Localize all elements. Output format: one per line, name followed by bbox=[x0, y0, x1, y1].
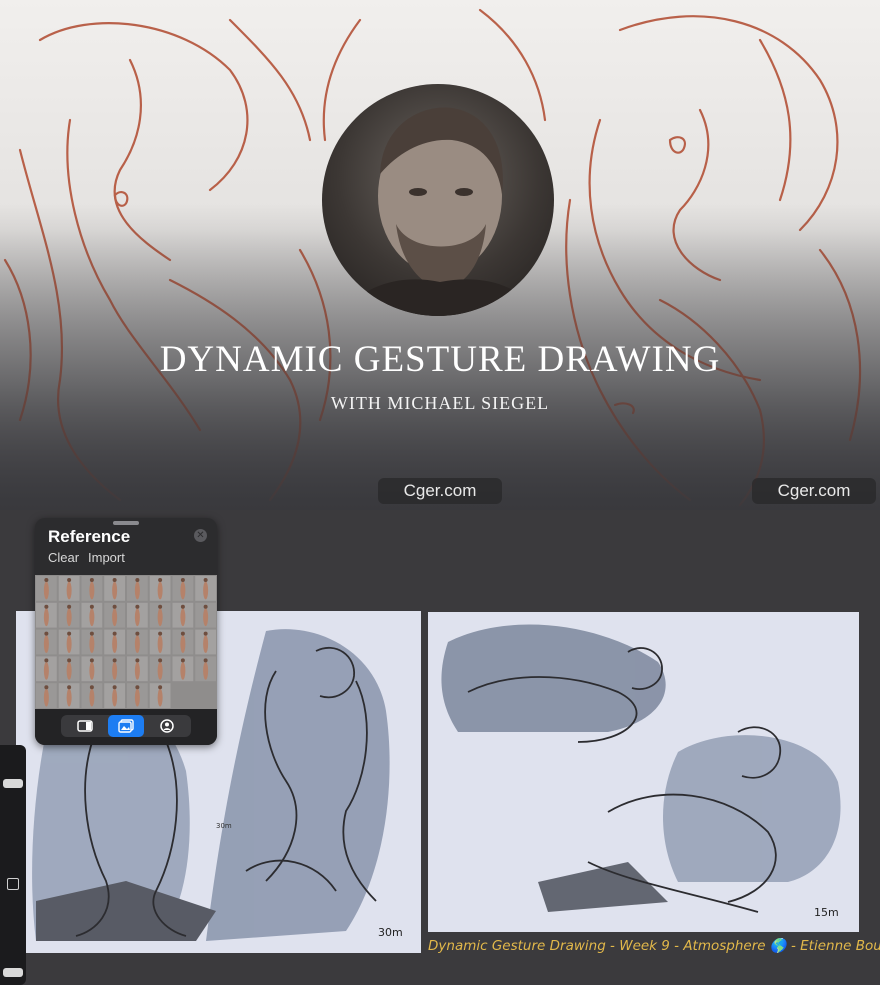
reference-thumbnail bbox=[58, 629, 80, 655]
reference-thumbnail bbox=[36, 576, 57, 601]
watermark: Cger.com bbox=[752, 478, 876, 504]
instructor-subtitle: WITH MICHAEL SIEGEL bbox=[330, 393, 550, 413]
course-title: DYNAMIC GESTURE DRAWING bbox=[159, 339, 721, 380]
artwork-time-label: 30m bbox=[378, 926, 403, 939]
reference-thumbnail bbox=[36, 629, 57, 655]
face-tab[interactable] bbox=[149, 715, 185, 737]
reference-thumbnail bbox=[195, 656, 216, 682]
reference-mode-control bbox=[61, 715, 191, 737]
close-icon[interactable]: ✕ bbox=[194, 529, 207, 542]
reference-thumbnail bbox=[149, 683, 171, 708]
side-toolbar bbox=[0, 745, 26, 985]
artwork-right: 15m bbox=[428, 612, 859, 932]
reference-thumbnail bbox=[127, 576, 148, 601]
instructor-portrait bbox=[322, 84, 554, 316]
reference-thumbnail bbox=[58, 683, 80, 708]
reference-thumbnail bbox=[104, 656, 125, 682]
reference-thumbnail bbox=[195, 576, 216, 601]
reference-thumbnail bbox=[81, 576, 103, 601]
reference-thumbnail bbox=[149, 629, 171, 655]
reference-thumbnail bbox=[172, 629, 194, 655]
reference-panel: Reference ✕ Clear Import bbox=[35, 518, 217, 745]
reference-thumbnail bbox=[172, 656, 194, 682]
reference-thumbnail bbox=[127, 683, 148, 708]
artwork-time-label-small: 30m bbox=[216, 822, 232, 830]
reference-thumbnail bbox=[127, 602, 148, 628]
reference-thumbnail bbox=[172, 602, 194, 628]
reference-image bbox=[35, 575, 217, 709]
reference-thumbnail bbox=[58, 602, 80, 628]
brush-size-slider-handle[interactable] bbox=[3, 779, 23, 788]
image-icon bbox=[118, 719, 134, 733]
reference-thumbnail bbox=[149, 656, 171, 682]
reference-thumbnail bbox=[58, 576, 80, 601]
reference-thumbnail bbox=[81, 629, 103, 655]
reference-thumbnail bbox=[104, 629, 125, 655]
reference-thumbnail bbox=[58, 656, 80, 682]
opacity-slider-handle[interactable] bbox=[3, 968, 23, 977]
artwork-time-label: 15m bbox=[814, 906, 839, 919]
reference-thumbnail bbox=[127, 629, 148, 655]
reference-thumbnail bbox=[36, 602, 57, 628]
reference-thumbnail bbox=[149, 576, 171, 601]
reference-thumbnail bbox=[104, 576, 125, 601]
reference-thumbnail bbox=[172, 576, 194, 601]
face-icon bbox=[160, 719, 174, 733]
image-tab[interactable] bbox=[108, 715, 144, 737]
watermark: Cger.com bbox=[378, 478, 502, 504]
reference-thumbnail bbox=[195, 629, 216, 655]
reference-tab-bar bbox=[35, 709, 217, 745]
canvas-icon bbox=[77, 720, 93, 732]
reference-thumbnail bbox=[104, 602, 125, 628]
reference-thumbnail bbox=[195, 602, 216, 628]
reference-thumbnail bbox=[127, 656, 148, 682]
import-button[interactable]: Import bbox=[88, 550, 125, 565]
clear-button[interactable]: Clear bbox=[48, 550, 79, 565]
reference-thumbnail bbox=[36, 656, 57, 682]
reference-thumbnail bbox=[81, 656, 103, 682]
panel-drag-handle[interactable] bbox=[113, 521, 139, 525]
reference-panel-title: Reference bbox=[48, 527, 131, 546]
artwork-caption: Dynamic Gesture Drawing - Week 9 - Atmos… bbox=[428, 938, 880, 954]
modify-button[interactable] bbox=[7, 878, 19, 890]
reference-thumbnail bbox=[81, 683, 103, 708]
reference-thumbnail bbox=[149, 602, 171, 628]
reference-thumbnail bbox=[36, 683, 57, 708]
reference-thumbnail bbox=[104, 683, 125, 708]
course-banner: DYNAMIC GESTURE DRAWING WITH MICHAEL SIE… bbox=[0, 0, 880, 510]
canvas-tab[interactable] bbox=[67, 715, 103, 737]
reference-thumbnail bbox=[81, 602, 103, 628]
